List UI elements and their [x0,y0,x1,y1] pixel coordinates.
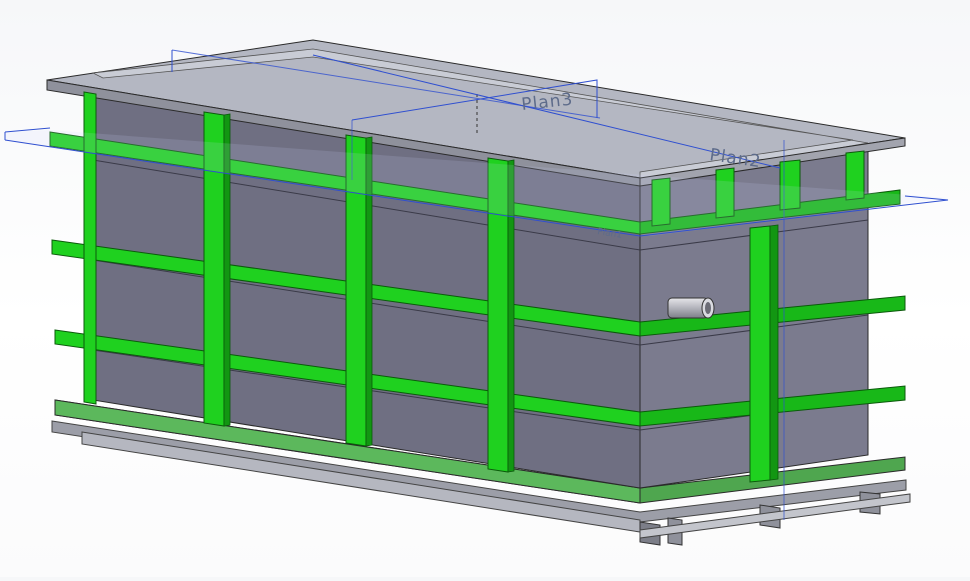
pipe-nozzle-icon[interactable] [667,297,715,319]
cad-viewport[interactable]: Plan3 Plan2 Plan1 [0,0,970,577]
tank-model-3d[interactable]: Plan3 Plan2 Plan1 [0,0,970,577]
